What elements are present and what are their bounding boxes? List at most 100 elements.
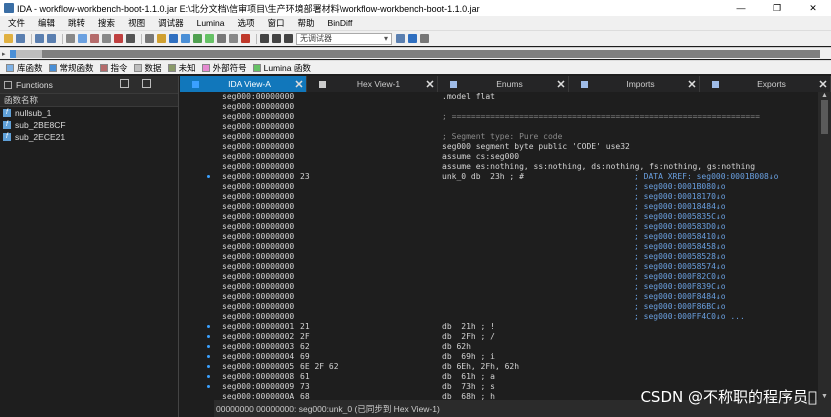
menu-search[interactable]: 搜索 [98,17,115,29]
disasm-line[interactable]: seg000:00000000 ; seg000:00058458↓o [214,242,818,252]
disasm-line[interactable]: seg000:00000000 ; seg000:00058410↓o [214,232,818,242]
panel-options-button[interactable] [142,79,151,88]
nav-arrow-icon[interactable]: ▸ [2,50,8,58]
disasm-line[interactable]: seg000:00000000 [214,122,818,132]
scroll-down-icon[interactable]: ▼ [821,393,828,400]
scroll-up-icon[interactable]: ▲ [821,92,828,99]
disasm-gutter[interactable] [180,92,214,400]
function-list-item[interactable]: f sub_2ECE21 [0,131,178,143]
disasm-line[interactable]: seg000:00000000 assume cs:seg000 [214,152,818,162]
line-xref[interactable]: ; seg000:0005835C↓o [634,212,726,222]
disasm-line[interactable]: seg000:00000000 assume es:nothing, ss:not… [214,162,818,172]
menu-edit[interactable]: 编辑 [38,17,55,29]
line-xref[interactable]: ; seg000:000F82C0↓o [634,272,726,282]
disasm-line[interactable]: seg000:00000001 21 db 21h ; ! [214,322,818,332]
line-xref[interactable]: ; seg000:00058410↓o [634,232,726,242]
line-xref[interactable]: ; seg000:000F86BC↓o [634,302,726,312]
open-icon[interactable] [4,34,13,43]
tab-close-icon[interactable]: ✕ [816,78,830,91]
disasm-line[interactable]: seg000:00000000 ; seg000:000583D0↓o [214,222,818,232]
disasm-line[interactable]: seg000:00000003 62 db 62h [214,342,818,352]
run-icon[interactable] [260,34,269,43]
debugger-select[interactable]: 无调试器 ▾ [296,32,392,45]
debug-options-icon[interactable] [396,34,405,43]
disasm-line[interactable]: seg000:00000000 ; seg000:00018484↓o [214,202,818,212]
disasm-line[interactable]: seg000:00000000 ; =======================… [214,112,818,122]
tab-exports[interactable]: Exports ✕ [700,76,831,92]
line-xref[interactable]: ; seg000:00058528↓o [634,252,726,262]
menu-bindiff[interactable]: BinDiff [328,18,353,28]
string-icon[interactable] [90,34,99,43]
disasm-line[interactable]: seg000:00000000 ; seg000:000FF4C0↓o ... [214,312,818,322]
menu-file[interactable]: 文件 [8,17,25,29]
segment-icon[interactable] [181,34,190,43]
maximize-button[interactable]: ❐ [759,0,795,16]
nav-strip[interactable] [10,50,820,58]
line-xref[interactable]: ; seg000:00058574↓o [634,262,726,272]
tab-imports[interactable]: Imports ✕ [569,76,700,92]
disasm-line[interactable]: seg000:00000000 ; Segment type: Pure code [214,132,818,142]
menu-lumina[interactable]: Lumina [197,18,225,28]
function-icon[interactable] [169,34,178,43]
navigation-band[interactable]: ▸ [0,47,831,59]
menu-debugger[interactable]: 调试器 [158,17,184,29]
disassembly-view[interactable]: seg000:00000000 .model flat seg000:0000000… [214,92,818,400]
xref-icon[interactable] [217,34,226,43]
tab-enums[interactable]: Enums ✕ [438,76,569,92]
array-icon[interactable] [102,34,111,43]
name-icon[interactable] [126,34,135,43]
line-xref[interactable]: ; seg000:00018170↓o [634,192,726,202]
undefine-icon[interactable] [114,34,123,43]
back-icon[interactable] [35,34,44,43]
float-panel-button[interactable] [120,79,129,88]
disasm-line[interactable]: seg000:00000000 ; seg000:0005835C↓o [214,212,818,222]
tab-ida-view-a[interactable]: IDA View-A ✕ [180,76,307,92]
disasm-line[interactable]: seg000:00000000 ; seg000:000F82C0↓o [214,272,818,282]
tab-close-icon[interactable]: ✕ [292,78,306,91]
disasm-line[interactable]: seg000:00000000 ; seg000:000F8484↓o [214,292,818,302]
close-button[interactable]: ✕ [795,0,831,16]
data-icon[interactable] [78,34,87,43]
tab-close-icon[interactable]: ✕ [685,78,699,91]
disasm-line[interactable]: seg000:00000000 ; seg000:00018170↓o [214,192,818,202]
settings-icon[interactable] [420,34,429,43]
menu-view[interactable]: 视图 [128,17,145,29]
function-name-column-header[interactable]: 函数名称 [0,93,178,107]
line-xref[interactable]: ; seg000:00058458↓o [634,242,726,252]
disasm-line[interactable]: seg000:00000000 23 unk_0 db 23h ; # ; DATA … [214,172,818,182]
graph-icon[interactable] [145,34,154,43]
disasm-line[interactable]: seg000:00000000 .model flat [214,92,818,102]
line-xref[interactable]: ; DATA XREF: seg000:0001B008↓o [634,172,779,182]
disasm-line[interactable]: seg000:00000000 seg000 segment byte publi… [214,142,818,152]
disasm-line[interactable]: seg000:00000008 61 db 61h ; a [214,372,818,382]
struct-icon[interactable] [193,34,202,43]
attach-icon[interactable] [408,34,417,43]
forward-icon[interactable] [47,34,56,43]
disasm-line[interactable]: seg000:00000000 ; seg000:00058574↓o [214,262,818,272]
tab-close-icon[interactable]: ✕ [423,78,437,91]
menu-help[interactable]: 帮助 [298,17,315,29]
line-xref[interactable]: ; seg000:000FF4C0↓o ... [634,312,745,322]
line-xref[interactable]: ; seg000:00018484↓o [634,202,726,212]
menu-jump[interactable]: 跳转 [68,17,85,29]
bookmark-icon[interactable] [157,34,166,43]
pause-icon[interactable] [272,34,281,43]
minimize-button[interactable]: — [723,0,759,16]
line-xref[interactable]: ; seg000:000583D0↓o [634,222,726,232]
tab-hex-view-1[interactable]: Hex View-1 ✕ [307,76,438,92]
tab-close-icon[interactable]: ✕ [554,78,568,91]
menu-window[interactable]: 窗口 [268,17,285,29]
breakpoint-icon[interactable] [241,34,250,43]
save-icon[interactable] [16,34,25,43]
hex-icon[interactable] [229,34,238,43]
scrollbar-thumb[interactable] [821,100,828,134]
menu-options[interactable]: 选项 [237,17,254,29]
disasm-line[interactable]: seg000:00000005 6E 2F 62 db 6Eh, 2Fh, 62h [214,362,818,372]
disasm-line[interactable]: seg000:00000000 [214,102,818,112]
disasm-line[interactable]: seg000:00000000 ; seg000:000F86BC↓o [214,302,818,312]
function-list-item[interactable]: f nullsub_1 [0,107,178,119]
disasm-line[interactable]: seg000:00000000 ; seg000:000F839C↓o [214,282,818,292]
code-icon[interactable] [66,34,75,43]
line-xref[interactable]: ; seg000:0001B080↓o [634,182,726,192]
enum-icon[interactable] [205,34,214,43]
